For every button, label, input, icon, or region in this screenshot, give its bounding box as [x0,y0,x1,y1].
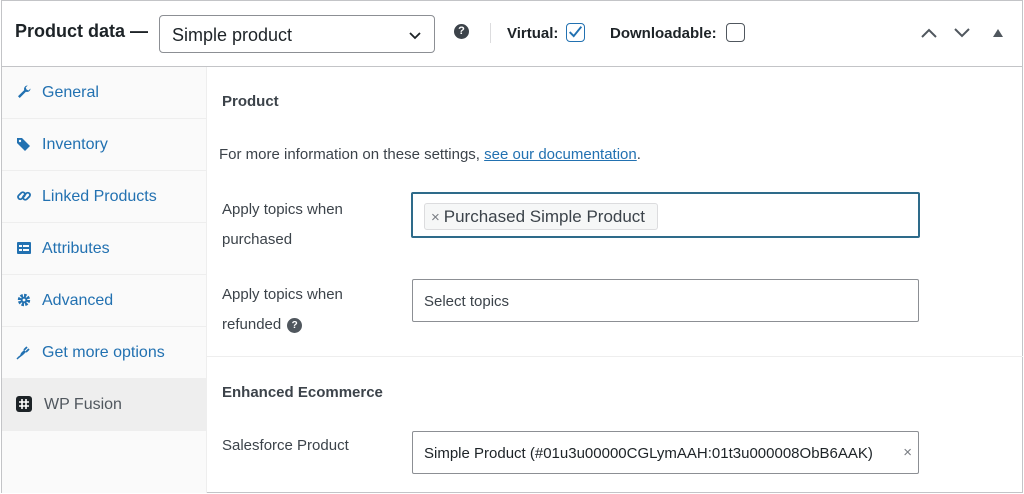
info-period: . [636,146,641,163]
tab-get-more-options[interactable]: Get more options [2,327,206,379]
tag-icon [17,138,30,151]
tab-wp-fusion[interactable]: WP Fusion [2,379,206,431]
section-title-product: Product [222,93,279,110]
virtual-label: Virtual: [507,25,559,42]
tab-general[interactable]: General [2,67,206,119]
tab-linked-products[interactable]: Linked Products [2,171,206,223]
help-icon[interactable]: ? [287,317,303,333]
apply-purchased-label: Apply topics when purchased [222,201,343,248]
info-text-prefix: For more information on these settings, [219,146,480,163]
header-separator [490,23,491,43]
tab-label: Linked Products [42,188,157,205]
product-data-panel: Product data — Simple product ? Virtual:… [1,0,1023,493]
collapse-toggle-icon[interactable] [991,27,1005,39]
chevron-down-icon [409,32,421,40]
tab-label: WP Fusion [44,396,122,413]
select-placeholder: Select topics [424,293,510,310]
wrench-icon [18,85,31,98]
topic-chip: × Purchased Simple Product [424,203,659,230]
tab-inventory[interactable]: Inventory [2,119,206,171]
chip-label: Purchased Simple Product [443,207,646,226]
section-divider [207,356,1023,357]
wpfusion-icon [16,396,32,412]
apply-refunded-label: Apply topics when refunded? [222,280,382,340]
section-title-ecommerce: Enhanced Ecommerce [222,384,383,401]
downloadable-checkbox[interactable] [726,23,745,42]
downloadable-label: Downloadable: [610,25,717,42]
tab-label: Inventory [42,136,108,153]
clear-selection-icon[interactable]: × [903,444,912,461]
list-icon [17,242,31,254]
gear-icon [17,293,31,307]
virtual-checkbox[interactable] [566,23,585,42]
documentation-link[interactable]: see our documentation [484,146,637,163]
tab-attributes[interactable]: Attributes [2,223,206,275]
move-down-icon[interactable] [952,25,972,41]
chip-remove-icon[interactable]: × [431,209,440,226]
tab-label: Attributes [42,240,110,257]
salesforce-product-value: Simple Product (#01u3u00000CGLymAAH:01t3… [424,445,873,462]
wp-fusion-panel: Product For more information on these se… [207,67,1023,493]
salesforce-product-select[interactable]: Simple Product (#01u3u00000CGLymAAH:01t3… [412,431,919,474]
product-data-tabs: General Inventory Linked Products Attrib… [2,67,207,493]
plugin-icon [16,346,30,360]
product-type-select[interactable]: Simple product [159,15,435,53]
link-icon [17,191,31,201]
apply-refunded-label-text: Apply topics when refunded [222,286,343,333]
salesforce-product-label: Salesforce Product [222,437,349,454]
apply-refunded-select[interactable]: Select topics [412,279,919,322]
tab-label: Get more options [42,344,165,361]
tab-label: Advanced [42,292,114,309]
info-text: For more information on these settings, … [219,146,641,163]
help-icon[interactable]: ? [454,24,469,39]
product-type-value: Simple product [172,25,293,45]
checkmark-icon [568,26,583,38]
panel-title: Product data — [15,21,149,41]
panel-header: Product data — Simple product ? Virtual:… [2,1,1022,67]
tab-label: General [42,84,99,101]
apply-purchased-select[interactable]: × Purchased Simple Product [411,192,920,238]
tab-advanced[interactable]: Advanced [2,275,206,327]
move-up-icon[interactable] [919,25,939,41]
